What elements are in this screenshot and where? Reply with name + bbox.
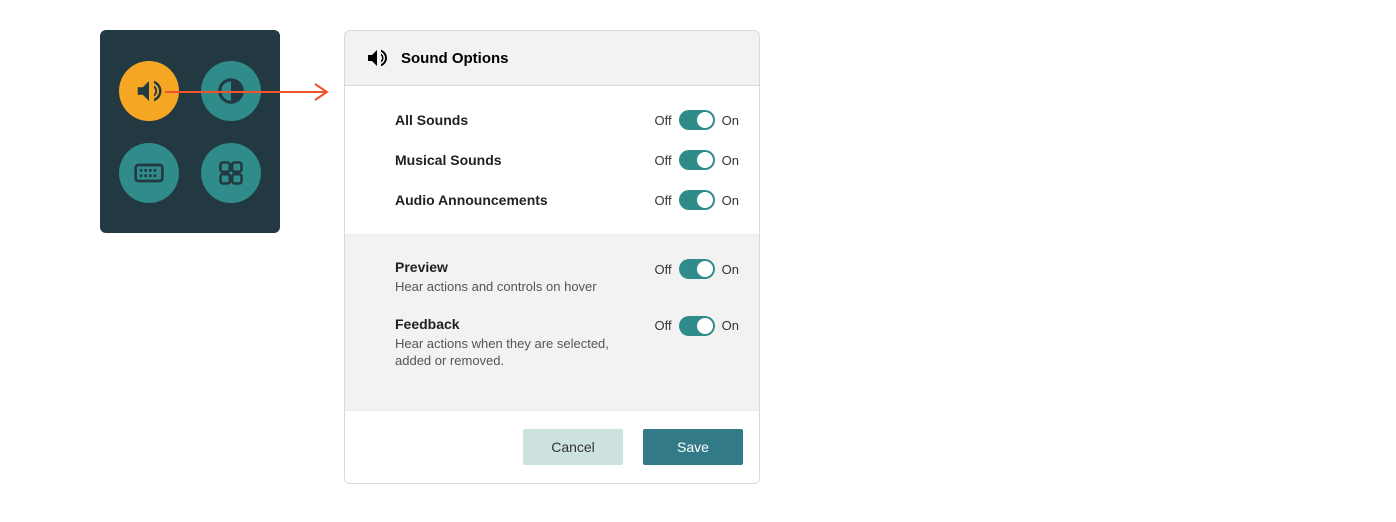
save-button[interactable]: Save [643, 429, 743, 465]
sound-options-dialog: Sound Options All Sounds Off On Musical … [344, 30, 760, 484]
secondary-options-section: Preview Hear actions and controls on hov… [345, 234, 759, 410]
option-feedback: Feedback Hear actions when they are sele… [395, 306, 739, 380]
volume-icon [365, 46, 389, 70]
option-all-sounds: All Sounds Off On [395, 100, 739, 140]
off-label: Off [655, 318, 672, 333]
launcher-apps[interactable] [201, 143, 261, 203]
toggle-musical-sounds[interactable] [679, 150, 715, 170]
option-label: Preview [395, 259, 643, 275]
on-label: On [722, 318, 739, 333]
launcher-contrast[interactable] [201, 61, 261, 121]
toggle-preview[interactable] [679, 259, 715, 279]
off-label: Off [655, 153, 672, 168]
dialog-title: Sound Options [401, 50, 508, 67]
option-audio-announcements: Audio Announcements Off On [395, 180, 739, 220]
launcher-sound[interactable] [119, 61, 179, 121]
on-label: On [722, 113, 739, 128]
launcher-panel [100, 30, 280, 233]
option-preview: Preview Hear actions and controls on hov… [395, 249, 739, 306]
on-label: On [722, 153, 739, 168]
toggle-all-sounds[interactable] [679, 110, 715, 130]
option-label: Audio Announcements [395, 192, 643, 208]
off-label: Off [655, 193, 672, 208]
contrast-icon [216, 76, 246, 106]
off-label: Off [655, 262, 672, 277]
volume-icon [134, 76, 164, 106]
option-description: Hear actions and controls on hover [395, 279, 615, 296]
apps-icon [217, 159, 245, 187]
option-label: Feedback [395, 316, 643, 332]
option-description: Hear actions when they are selected, add… [395, 336, 615, 370]
on-label: On [722, 193, 739, 208]
toggle-feedback[interactable] [679, 316, 715, 336]
dialog-header: Sound Options [345, 31, 759, 86]
toggle-audio-announcements[interactable] [679, 190, 715, 210]
option-label: Musical Sounds [395, 152, 643, 168]
on-label: On [722, 262, 739, 277]
cancel-button[interactable]: Cancel [523, 429, 623, 465]
dialog-footer: Cancel Save [345, 410, 759, 483]
launcher-keyboard[interactable] [119, 143, 179, 203]
option-label: All Sounds [395, 112, 643, 128]
off-label: Off [655, 113, 672, 128]
keyboard-icon [133, 157, 165, 189]
option-musical-sounds: Musical Sounds Off On [395, 140, 739, 180]
primary-options-section: All Sounds Off On Musical Sounds Off On … [345, 86, 759, 234]
